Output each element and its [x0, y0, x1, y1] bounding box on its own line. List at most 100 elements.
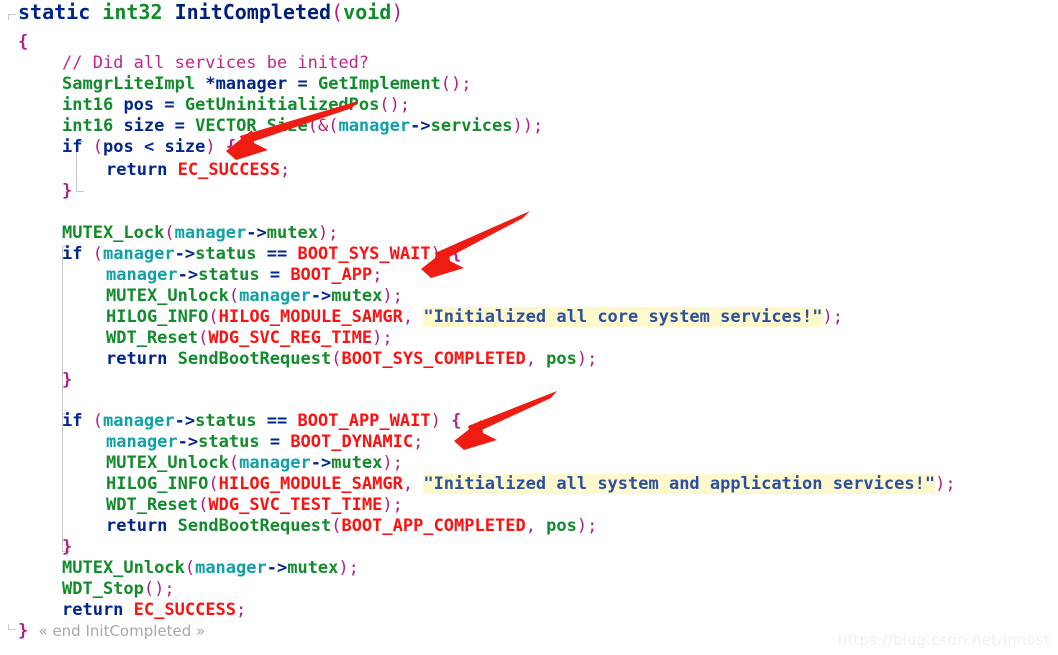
- fold-guide-if-3[interactable]: [62, 413, 70, 552]
- code-line-23: HILOG_INFO(HILOG_MODULE_SAMGR, "Initiali…: [106, 474, 956, 495]
- code-line-13: manager->status = BOOT_APP;: [106, 265, 382, 286]
- token-member-services: services: [430, 116, 513, 136]
- token-star: *: [205, 74, 216, 94]
- token-type-int16: int16: [62, 95, 114, 115]
- token-member-status: status: [198, 265, 260, 285]
- token-comma: ,: [525, 349, 547, 369]
- code-line-8: return EC_SUCCESS;: [106, 160, 290, 181]
- token-op-less: <: [143, 137, 155, 157]
- token-comment: // Did all services be inited?: [62, 53, 370, 73]
- token-paren-open: (: [92, 244, 103, 264]
- token-obj-manager: manager: [102, 411, 175, 431]
- token-paren-open: (: [228, 453, 240, 473]
- token-const-boot-app-completed: BOOT_APP_COMPLETED: [341, 516, 526, 536]
- token-const-hilog-module-samgr: HILOG_MODULE_SAMGR: [218, 474, 403, 494]
- fold-guide-function[interactable]: [8, 14, 16, 20]
- token-paren-open: (: [331, 349, 342, 369]
- token-keyword-return: return: [106, 516, 168, 536]
- code-line-18: }: [62, 370, 72, 391]
- token-paren-open: (: [208, 474, 219, 494]
- token-paren-close: ): [391, 0, 404, 24]
- token-paren-open: (: [184, 558, 196, 578]
- token-const-hilog-module-samgr: HILOG_MODULE_SAMGR: [218, 307, 403, 327]
- token-string-literal: "Initialized all core system services!": [423, 307, 823, 327]
- token-var-manager: manager: [215, 74, 288, 94]
- token-function-name: InitCompleted: [174, 0, 332, 24]
- token-type-samgrliteimpl: SamgrLiteImpl: [62, 74, 196, 94]
- token-call-hilog-info: HILOG_INFO: [106, 474, 209, 494]
- token-comma: ,: [525, 516, 547, 536]
- token-type-int16: int16: [62, 116, 114, 136]
- token-call-mutex-unlock: MUTEX_Unlock: [106, 453, 229, 473]
- token-paren-open: (: [228, 286, 240, 306]
- token-arrow: ->: [177, 265, 199, 285]
- token-var-pos: pos: [546, 516, 577, 536]
- token-var-size: size: [164, 137, 206, 157]
- code-line-12: if (manager->status == BOOT_SYS_WAIT) {: [62, 244, 461, 265]
- token-close: ));: [512, 116, 544, 136]
- token-paren-open: (: [331, 0, 344, 24]
- token-keyword-return: return: [106, 160, 168, 180]
- code-line-22: MUTEX_Unlock(manager->mutex);: [106, 453, 403, 474]
- code-line-26: }: [62, 537, 72, 558]
- token-call-getuninitializedpos: GetUninitializedPos: [184, 95, 380, 115]
- token-member-mutex: mutex: [266, 223, 318, 243]
- token-comma: ,: [402, 307, 424, 327]
- fold-guide-function-end[interactable]: [8, 624, 16, 630]
- token-arrow: ->: [174, 411, 196, 431]
- token-brace-open: {: [225, 137, 237, 157]
- token-paren-open: (: [198, 495, 209, 515]
- token-call-vector-size: VECTOR_Size: [195, 116, 308, 136]
- token-obj-manager: manager: [174, 223, 247, 243]
- token-brace-open: {: [18, 32, 29, 52]
- token-arrow: ->: [310, 453, 332, 473]
- token-paren-open: (: [208, 307, 219, 327]
- token-arrow: ->: [174, 244, 196, 264]
- token-var-pos: pos: [546, 349, 577, 369]
- token-var-pos: pos: [102, 137, 134, 157]
- token-keyword-if: if: [62, 411, 83, 431]
- token-member-mutex: mutex: [331, 453, 383, 473]
- token-const-boot-sys-completed: BOOT_SYS_COMPLETED: [341, 349, 526, 369]
- token-assign: =: [269, 265, 281, 285]
- code-line-14: MUTEX_Unlock(manager->mutex);: [106, 286, 403, 307]
- token-string-literal: "Initialized all system and application …: [423, 474, 936, 494]
- token-op-equals: ==: [266, 411, 288, 431]
- token-obj-manager: manager: [239, 453, 311, 473]
- token-close: );: [822, 307, 843, 327]
- token-arrow: ->: [310, 286, 332, 306]
- code-line-30: } « end InitCompleted »: [18, 621, 205, 642]
- token-obj-manager: manager: [239, 286, 311, 306]
- code-line-17: return SendBootRequest(BOOT_SYS_COMPLETE…: [106, 349, 597, 370]
- token-keyword-static: static: [18, 0, 91, 24]
- token-assign: =: [174, 116, 185, 136]
- token-const-wdg-svc-reg-time: WDG_SVC_REG_TIME: [208, 328, 373, 348]
- token-var-size: size: [123, 116, 165, 136]
- token-close: );: [382, 453, 403, 473]
- code-line-24: WDT_Reset(WDG_SVC_TEST_TIME);: [106, 495, 403, 516]
- token-brace-close: }: [18, 621, 29, 641]
- code-line-2: {: [18, 32, 28, 53]
- token-call-hilog-info: HILOG_INFO: [106, 307, 209, 327]
- token-assign: =: [269, 432, 281, 452]
- token-keyword-if: if: [62, 244, 83, 264]
- token-arrow: ->: [177, 432, 199, 452]
- token-paren-close: ): [430, 411, 441, 431]
- token-brace-close: }: [62, 537, 73, 557]
- token-paren-amp: (&(: [307, 116, 339, 136]
- code-line-29: return EC_SUCCESS;: [62, 600, 246, 621]
- token-arrow: ->: [410, 116, 431, 136]
- token-call-tail: ();: [379, 95, 411, 115]
- code-line-25: return SendBootRequest(BOOT_APP_COMPLETE…: [106, 516, 597, 537]
- code-viewer[interactable]: static int32 InitCompleted(void) { // Di…: [0, 0, 1058, 655]
- token-member-mutex: mutex: [287, 558, 339, 578]
- token-member-status: status: [198, 432, 260, 452]
- token-close: );: [372, 328, 393, 348]
- token-call-sendbootrequest: SendBootRequest: [177, 516, 332, 536]
- token-var-pos: pos: [123, 95, 155, 115]
- token-paren-open: (: [331, 516, 342, 536]
- token-close: );: [576, 516, 598, 536]
- code-line-11: MUTEX_Lock(manager->mutex);: [62, 223, 338, 244]
- token-call-mutex-lock: MUTEX_Lock: [62, 223, 165, 243]
- fold-marker-label[interactable]: « end InitCompleted »: [39, 622, 206, 640]
